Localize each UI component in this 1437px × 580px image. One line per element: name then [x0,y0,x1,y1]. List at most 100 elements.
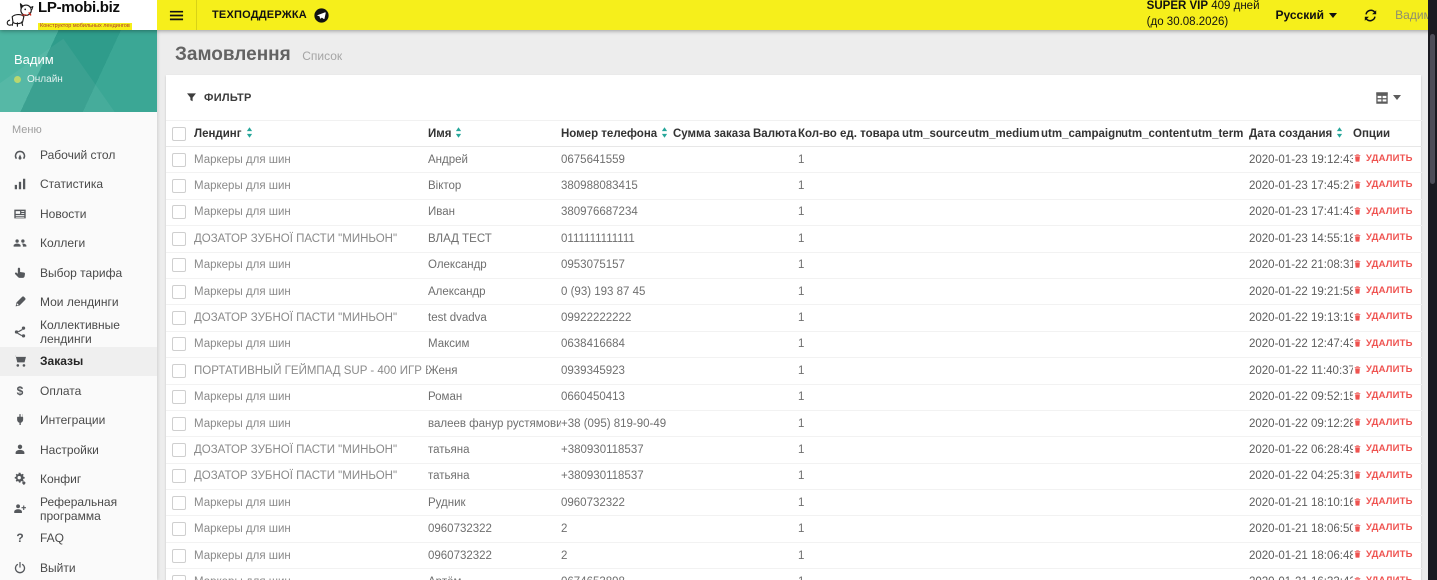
delete-button[interactable]: УДАЛИТЬ [1353,206,1413,217]
row-checkbox[interactable] [172,205,186,220]
row-checkbox[interactable] [172,416,186,431]
cell-name: Александр [428,278,561,306]
row-checkbox[interactable] [172,152,186,167]
row-checkbox[interactable] [172,337,186,352]
sidebar-item-orders[interactable]: Заказы [0,346,157,376]
sidebar-item-label: Коллективные лендинги [40,317,120,346]
sidebar-item-statistics[interactable]: Статистика [0,170,157,200]
sidebar-item-my-landings[interactable]: Мои лендинги [0,288,157,318]
delete-button-label: УДАЛИТЬ [1366,443,1413,455]
row-checkbox[interactable] [172,258,186,273]
cell-utm_term [1191,146,1249,174]
delete-button[interactable]: УДАЛИТЬ [1353,311,1413,322]
column-header-phone[interactable]: Номер телефона [561,120,673,147]
cell-utm_medium [968,384,1041,411]
row-checkbox[interactable] [172,442,186,457]
cell-select [166,278,194,306]
cell-landing: Маркеры для шин [194,410,428,438]
cell-sum [673,515,753,543]
column-header-label: utm_content [1121,127,1190,140]
delete-button[interactable]: УДАЛИТЬ [1353,232,1413,243]
cell-options: УДАЛИТЬ [1353,515,1422,543]
plug-icon [12,412,28,428]
sidebar-item-colleagues[interactable]: Коллеги [0,229,157,259]
filter-icon [187,93,196,102]
column-header-name[interactable]: Имя [428,120,561,147]
sidebar-item-faq[interactable]: ? FAQ [0,524,157,554]
language-dropdown[interactable]: Русский [1276,8,1337,22]
delete-button[interactable]: УДАЛИТЬ [1353,575,1413,580]
sidebar-item-payment[interactable]: $ Оплата [0,376,157,406]
row-checkbox[interactable] [172,231,186,246]
cell-landing: Маркеры для шин [194,489,428,517]
columns-toggle-button[interactable] [1375,91,1401,105]
row-checkbox[interactable] [172,390,186,405]
cell-sum [673,278,753,306]
cell-utm_term [1191,304,1249,332]
vertical-scrollbar[interactable] [1428,0,1437,580]
sidebar-item-logout[interactable]: Выйти [0,553,157,580]
cell-landing: Маркеры для шин [194,172,428,200]
online-status-dot [14,76,21,83]
table-row: Маркеры для шин Андрей 0675641559 1 2020-01-… [166,146,1422,174]
delete-button[interactable]: УДАЛИТЬ [1353,522,1413,533]
delete-button[interactable]: УДАЛИТЬ [1353,470,1413,481]
support-button[interactable]: ТЕХПОДДЕРЖКА [197,0,344,30]
table-row: ДОЗАТОР ЗУБНОЇ ПАСТИ "МИНЬОН" татьяна +380… [166,463,1422,491]
delete-button[interactable]: УДАЛИТЬ [1353,285,1413,296]
cell-utm_campaign [1041,436,1121,464]
main-content: Замовлення Список ФИЛЬТР Лендинг Имя Ном… [157,30,1428,580]
logo[interactable]: LP-mobi.biz Конструктор мобильных лендин… [0,0,157,30]
sidebar-item-integrations[interactable]: Интеграции [0,406,157,436]
refresh-button[interactable] [1352,9,1389,22]
delete-button[interactable]: УДАЛИТЬ [1353,496,1413,507]
row-checkbox[interactable] [172,363,186,378]
cell-currency [753,304,798,332]
row-checkbox[interactable] [172,548,186,563]
sidebar-item-tariff[interactable]: Выбор тарифа [0,258,157,288]
sidebar-item-config[interactable]: Конфиг [0,465,157,495]
select-all-checkbox[interactable] [172,126,186,141]
delete-button[interactable]: УДАЛИТЬ [1353,179,1413,190]
delete-button[interactable]: УДАЛИТЬ [1353,417,1413,428]
column-header-landing[interactable]: Лендинг [194,120,428,147]
delete-button[interactable]: УДАЛИТЬ [1353,390,1413,401]
cell-currency [753,252,798,279]
delete-button[interactable]: УДАЛИТЬ [1353,259,1413,270]
cell-select [166,489,194,517]
row-checkbox[interactable] [172,574,186,580]
row-checkbox[interactable] [172,469,186,484]
sidebar-item-referral[interactable]: Реферальная программа [0,494,157,524]
delete-button[interactable]: УДАЛИТЬ [1353,364,1413,375]
row-checkbox[interactable] [172,495,186,510]
scrollbar-thumb[interactable] [1430,34,1435,184]
cell-currency [753,172,798,200]
cell-sum [673,384,753,411]
row-checkbox[interactable] [172,284,186,299]
delete-button[interactable]: УДАЛИТЬ [1353,549,1413,560]
delete-button[interactable]: УДАЛИТЬ [1353,338,1413,349]
cell-utm_content [1121,357,1191,385]
sidebar-item-collective-landings[interactable]: Коллективные лендинги [0,317,157,347]
cell-select [166,515,194,543]
cell-qty: 1 [798,199,902,227]
row-checkbox[interactable] [172,311,186,326]
cell-utm_medium [968,568,1041,580]
sidebar-item-news[interactable]: Новости [0,199,157,229]
cell-select [166,410,194,438]
hamburger-menu-button[interactable] [157,0,197,30]
row-checkbox[interactable] [172,179,186,194]
cell-utm_campaign [1041,225,1121,253]
row-checkbox[interactable] [172,522,186,537]
delete-button[interactable]: УДАЛИТЬ [1353,153,1413,164]
cell-options: УДАЛИТЬ [1353,331,1422,359]
column-header-created[interactable]: Дата создания [1249,120,1353,147]
cell-select [166,384,194,411]
sidebar-item-workspace[interactable]: Рабочий стол [0,140,157,170]
cell-landing: Маркеры для шин [194,384,428,411]
cell-utm_source [902,463,968,491]
cell-qty: 1 [798,463,902,491]
filter-button[interactable]: ФИЛЬТР [186,92,252,104]
delete-button[interactable]: УДАЛИТЬ [1353,443,1413,454]
sidebar-item-settings[interactable]: Настройки [0,435,157,465]
